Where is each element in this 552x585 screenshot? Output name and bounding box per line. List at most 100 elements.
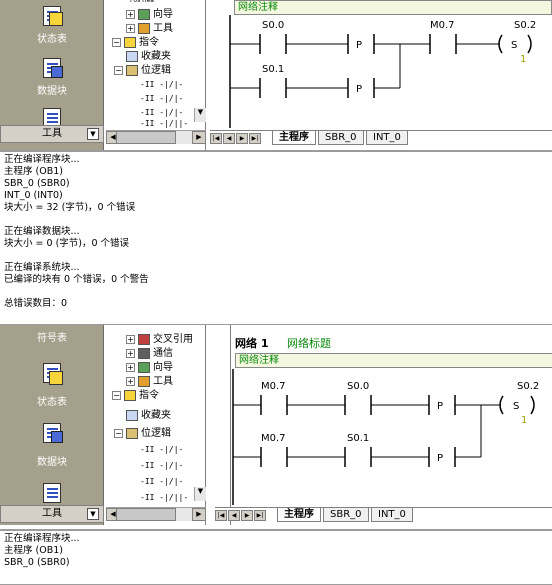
tree-item-instructions[interactable]: − 指令 [112,389,159,403]
top-project-window: 状态表 数据块 工具 ▼ Pos Hea + 向导 + 工具 − 指令 收藏夹 − 位逻… [0,0,552,150]
collapse-icon[interactable]: − [114,428,123,438]
coil-type: S [511,40,517,51]
nav-symbol-table[interactable]: 符号表 [0,329,104,344]
tree-item-tools[interactable]: + 工具 [126,375,173,389]
pulse-label: P [356,40,362,51]
expand-icon[interactable]: + [126,362,135,372]
tree-hscroll[interactable]: ◀ ▶ [106,507,206,521]
scroll-thumb[interactable] [116,508,176,521]
nav-partial-icon[interactable] [0,106,104,128]
tree-item-tools[interactable]: + 工具 [126,22,173,36]
tab-int0[interactable]: INT_0 [371,508,413,522]
instruction-tree: Pos Hea + 向导 + 工具 − 指令 收藏夹 − 位逻辑 -II -|/|- -… [106,0,206,150]
output-line: 已编译的块有 0 个错误，0 个警告 [4,274,149,285]
tab-nav-arrows[interactable]: |◀ ◀ ▶ ▶| [210,132,262,144]
tree-sub-item[interactable]: -II -|/|- [140,475,186,489]
tools-bar[interactable]: 工具 ▼ [0,125,104,143]
tree-item-favorites[interactable]: 收藏夹 [126,50,171,64]
expand-icon[interactable]: + [126,334,135,344]
bit-logic-icon [126,64,138,76]
tree-partial-item: Pos Hea [130,0,154,4]
tab-sbr0[interactable]: SBR_0 [323,508,369,522]
expand-icon[interactable]: + [126,9,135,19]
tree-vscroll-button[interactable]: ▼ [194,487,206,501]
ladder-editor[interactable]: 网络 1 网络标题 网络注释 M0.7 S0.0 P S0.2 S 1 M0.7… [215,325,552,525]
tree-sub-item[interactable]: -II -|/|- [140,78,186,92]
output-line: 正在编译程序块... [4,533,80,544]
coil-type: S [513,401,519,412]
tree-sub-item[interactable]: -II -|/|- [140,459,186,473]
tab-sbr0[interactable]: SBR_0 [318,131,364,145]
tree-sub-item[interactable]: -II -|/||- [140,117,191,131]
nav-label: 符号表 [37,333,67,344]
tree-item-wizard[interactable]: + 向导 [126,361,173,375]
network-comment[interactable]: 网络注释 [235,353,552,368]
tree-sub-item[interactable]: -II -|/||- [140,491,191,505]
output-line: 块大小 = 32 (字节)，0 个错误 [4,202,136,213]
tree-sub-item[interactable]: -II -|/|- [140,92,186,106]
tree-item-bit-logic[interactable]: − 位逻辑 [114,64,171,78]
tree-item-bit-logic[interactable]: − 位逻辑 [114,427,171,441]
expand-icon[interactable]: + [126,376,135,386]
comm-icon [138,347,150,359]
tree-item-comm[interactable]: + 通信 [126,347,173,361]
tab-main-program[interactable]: 主程序 [277,508,321,522]
collapse-icon[interactable]: − [112,390,121,400]
nav-label: 状态表 [37,34,67,45]
contact-address: S0.1 [262,64,284,75]
dropdown-arrow-icon[interactable]: ▼ [87,508,99,520]
tab-main-program[interactable]: 主程序 [272,131,316,145]
network-label: 网络 1 [235,337,269,350]
ladder-diagram[interactable]: S0.0 P M0.7 S0.2 S 1 S0.1 P [210,0,552,128]
tree-item-wizard[interactable]: + 向导 [126,8,173,22]
expand-icon[interactable]: + [126,348,135,358]
nav-label: 状态表 [37,397,67,408]
nav-status-table[interactable]: 状态表 [0,357,104,408]
output-line: 主程序 (OB1) [4,545,63,556]
wizard-icon [138,8,150,20]
instruction-tree: + 交叉引用 + 通信 + 向导 + 工具 − 指令 收藏夹 − 位逻辑 -II -|/|-… [106,325,206,525]
favorites-icon [126,50,138,62]
cross-ref-icon [138,333,150,345]
program-tabs: |◀ ◀ ▶ ▶| 主程序 SBR_0 INT_0 [210,130,552,145]
tree-hscroll[interactable]: ◀ ▶ [106,130,206,144]
program-tabs: |◀ ◀ ▶ ▶| 主程序 SBR_0 INT_0 [215,507,552,522]
tools-bar[interactable]: 工具 ▼ [0,505,104,523]
contact-address: M0.7 [430,20,455,31]
output-line: 块大小 = 0 (字节)，0 个错误 [4,238,130,249]
nav-data-block[interactable]: 数据块 [0,419,104,468]
status-table-icon [39,4,65,28]
scroll-right-icon[interactable]: ▶ [192,508,206,521]
output-line: 正在编译系统块... [4,262,80,273]
collapse-icon[interactable]: − [114,65,123,75]
tools-label: 工具 [42,128,62,139]
output-line: INT_0 (INT0) [4,190,63,201]
nav-partial-icon[interactable] [0,481,104,503]
nav-label: 数据块 [37,457,67,468]
scroll-thumb[interactable] [116,131,176,144]
contact-address: M0.7 [261,433,286,444]
collapse-icon[interactable]: − [112,37,121,47]
tools-icon [138,22,150,34]
nav-status-table[interactable]: 状态表 [0,4,104,45]
network-title[interactable]: 网络标题 [287,335,331,351]
tree-item-cross-ref[interactable]: + 交叉引用 [126,333,193,347]
tree-sub-item[interactable]: -II -|/|- [140,443,186,457]
output-window-1[interactable]: 正在编译程序块... 主程序 (OB1) SBR_0 (SBR0) INT_0 … [0,150,552,325]
bottom-project-window: 符号表 状态表 数据块 工具 ▼ + 交叉引用 + 通信 + 向导 + 工具 −… [0,325,552,525]
coil-value: 1 [520,54,526,65]
tree-item-instructions[interactable]: − 指令 [112,36,159,50]
ladder-editor[interactable]: 网络注释 S0.0 P M0.7 S0.2 S 1 S0.1 P |◀ ◀ ▶ … [210,0,552,150]
expand-icon[interactable]: + [126,23,135,33]
tree-item-favorites[interactable]: 收藏夹 [126,409,171,423]
output-window-2[interactable]: 正在编译程序块... 主程序 (OB1) SBR_0 (SBR0) [0,529,552,585]
tab-nav-arrows[interactable]: |◀ ◀ ▶ ▶| [215,509,267,521]
dropdown-arrow-icon[interactable]: ▼ [87,128,99,140]
ladder-diagram[interactable]: M0.7 S0.0 P S0.2 S 1 M0.7 S0.1 P [231,369,552,505]
nav-data-block[interactable]: 数据块 [0,56,104,97]
tab-int0[interactable]: INT_0 [366,131,408,145]
output-line: 主程序 (OB1) [4,166,63,177]
tree-vscroll-button[interactable]: ▼ [194,108,206,122]
scroll-right-icon[interactable]: ▶ [192,131,206,144]
